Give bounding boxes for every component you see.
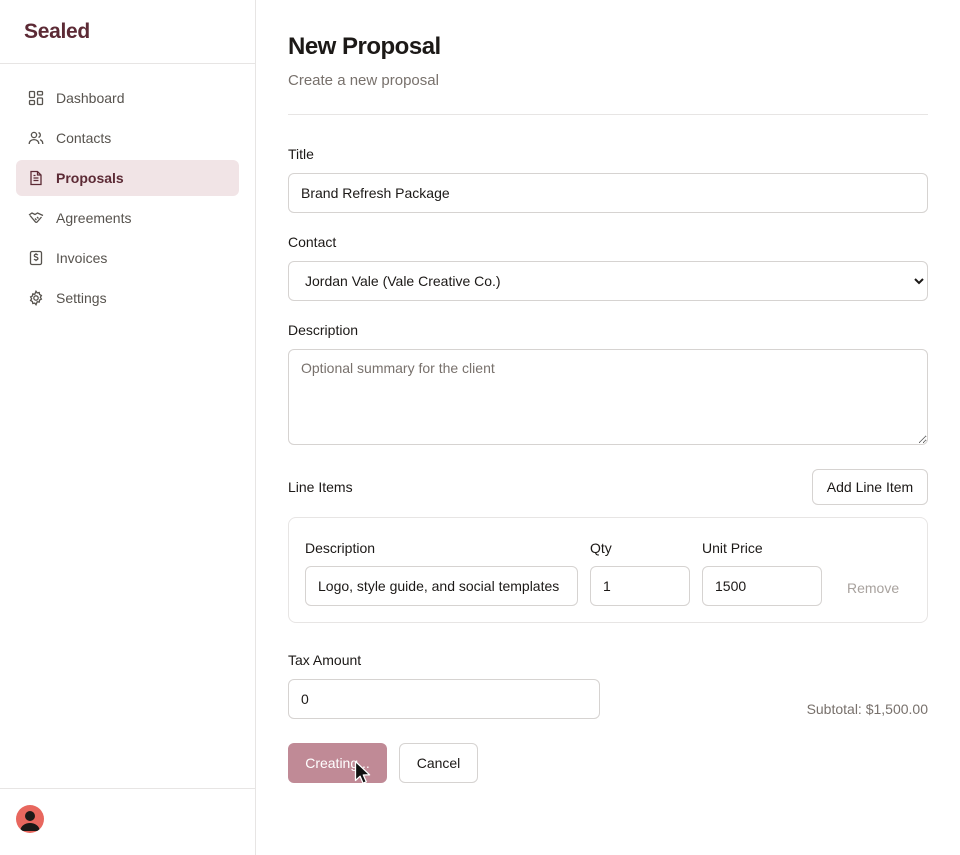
line-qty-label: Qty: [590, 540, 612, 556]
avatar[interactable]: [16, 805, 44, 833]
title-input[interactable]: [288, 173, 928, 213]
sidebar-item-label: Dashboard: [56, 90, 125, 106]
remove-line-item-button[interactable]: Remove: [847, 580, 899, 596]
line-item-card: Description Qty Unit Price Remove: [288, 517, 928, 623]
tax-amount-input[interactable]: [288, 679, 600, 719]
sidebar-item-dashboard[interactable]: Dashboard: [16, 80, 239, 116]
brand-logo[interactable]: Sealed: [0, 0, 255, 64]
dashboard-icon: [28, 90, 44, 106]
sidebar: Sealed Dashboard Contacts Proposals Agre…: [0, 0, 256, 855]
line-unit-price-label: Unit Price: [702, 540, 763, 556]
page-title: New Proposal: [288, 33, 441, 60]
description-textarea[interactable]: [288, 349, 928, 445]
line-description-input[interactable]: [305, 566, 578, 606]
users-icon: [28, 130, 44, 146]
sidebar-item-contacts[interactable]: Contacts: [16, 120, 239, 156]
sidebar-item-agreements[interactable]: Agreements: [16, 200, 239, 236]
sidebar-footer: [0, 788, 255, 855]
gear-icon: [28, 290, 44, 306]
contact-label: Contact: [288, 234, 337, 250]
invoice-icon: [28, 250, 44, 266]
user-avatar-icon: [20, 811, 40, 831]
description-label: Description: [288, 322, 359, 338]
line-description-label: Description: [305, 540, 376, 556]
sidebar-item-label: Settings: [56, 290, 107, 306]
page-subtitle: Create a new proposal: [288, 72, 439, 89]
line-qty-input[interactable]: [590, 566, 690, 606]
sidebar-item-label: Contacts: [56, 130, 112, 146]
mouse-cursor-icon: [354, 760, 371, 784]
sidebar-nav: Dashboard Contacts Proposals Agreements …: [0, 64, 255, 336]
sidebar-item-label: Invoices: [56, 250, 108, 266]
tax-amount-label: Tax Amount: [288, 652, 362, 668]
line-items-label: Line Items: [288, 479, 353, 495]
sidebar-item-label: Proposals: [56, 170, 124, 186]
cancel-button[interactable]: Cancel: [399, 743, 478, 783]
document-icon: [28, 170, 44, 186]
sidebar-item-label: Agreements: [56, 210, 132, 226]
main-content: New Proposal Create a new proposal Title…: [288, 0, 928, 783]
add-line-item-button[interactable]: Add Line Item: [812, 469, 928, 505]
subtotal-text: Subtotal: $1,500.00: [806, 701, 928, 717]
divider: [288, 114, 928, 115]
create-proposal-button[interactable]: Creating...: [288, 743, 387, 783]
line-unit-price-input[interactable]: [702, 566, 822, 606]
contact-select[interactable]: Jordan Vale (Vale Creative Co.): [288, 261, 928, 301]
sidebar-item-proposals[interactable]: Proposals: [16, 160, 239, 196]
title-label: Title: [288, 146, 314, 162]
sidebar-item-invoices[interactable]: Invoices: [16, 240, 239, 276]
handshake-icon: [28, 210, 44, 226]
sidebar-item-settings[interactable]: Settings: [16, 280, 239, 316]
